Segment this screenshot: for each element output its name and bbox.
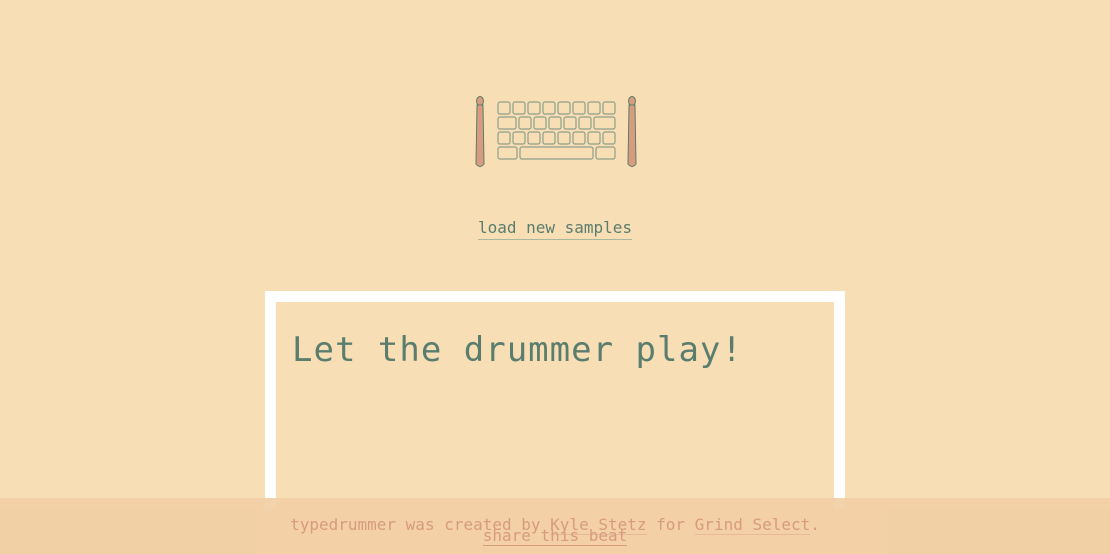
- share-beat-link[interactable]: share this beat: [482, 526, 628, 546]
- beat-text-editor[interactable]: Let the drummer play!: [276, 302, 834, 509]
- editor-frame: Let the drummer play!: [265, 291, 845, 509]
- load-new-samples-link[interactable]: load new samples: [477, 218, 633, 240]
- drumstick-left-icon: [475, 96, 485, 167]
- keyboard-with-drumsticks-icon: [472, 94, 640, 170]
- footer: typedrummer was created by Kyle Stetz fo…: [0, 498, 1110, 554]
- share-container: share this beat: [0, 526, 1110, 546]
- load-samples-container: load new samples: [0, 218, 1110, 240]
- drumstick-right-icon: [627, 96, 637, 167]
